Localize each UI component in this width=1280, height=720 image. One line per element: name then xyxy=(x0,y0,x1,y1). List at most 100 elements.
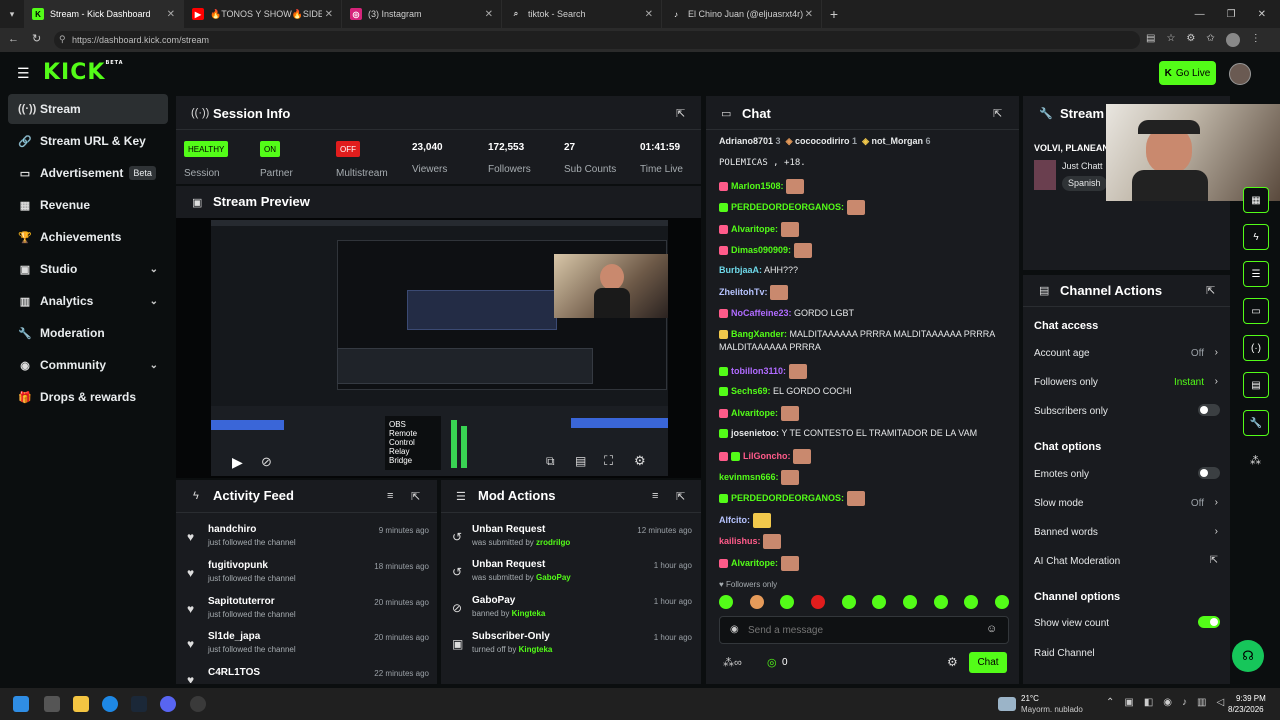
windows-start-icon[interactable] xyxy=(13,696,29,712)
quick-action-button[interactable]: 🔧 xyxy=(1243,410,1269,436)
sidebar-item-revenue[interactable]: ▦ Revenue xyxy=(8,190,168,220)
popout-icon[interactable]: ⇱ xyxy=(676,107,685,120)
tab-instagram[interactable]: ◎ (3) Instagram ✕ xyxy=(342,0,502,28)
quick-action-button[interactable]: (·) xyxy=(1243,335,1269,361)
mod-action-item[interactable]: ▣ Subscriber-Only turned off by Kingteka 1 … xyxy=(450,631,696,665)
sidebar-item-drops-rewards[interactable]: 🎁 Drops & rewards xyxy=(8,382,168,412)
points-icon[interactable]: ⁂∞ xyxy=(723,656,742,669)
reload-icon[interactable]: ↻ xyxy=(32,32,41,45)
network-icon[interactable]: ▥ xyxy=(1197,697,1206,708)
slow-mode-row[interactable]: Slow mode Off › xyxy=(1034,497,1222,518)
filter-icon[interactable]: ≡ xyxy=(387,490,393,502)
sidebar-item-moderation[interactable]: 🔧 Moderation xyxy=(8,318,168,348)
customize-icon[interactable]: ⁂ xyxy=(1250,454,1261,467)
chat-send-button[interactable]: Chat xyxy=(969,652,1007,673)
task-view-icon[interactable] xyxy=(44,696,60,712)
kick-logo[interactable]: KICKBETA xyxy=(43,60,124,85)
sidebar-item-stream[interactable]: ((·)) Stream xyxy=(8,94,168,124)
new-tab-icon[interactable]: + xyxy=(822,6,846,22)
quick-action-button[interactable]: ▦ xyxy=(1243,187,1269,213)
clock-time[interactable]: 9:39 PM xyxy=(1236,694,1266,703)
restore-icon[interactable]: ❐ xyxy=(1227,9,1236,20)
volume-icon[interactable]: ◁ xyxy=(1216,697,1224,708)
quick-action-button[interactable]: ▭ xyxy=(1243,298,1269,324)
video-player[interactable]: OBS Remote Control Relay Bridge ▶ ⊘ ⧉ ▤ … xyxy=(176,218,701,478)
close-tab-icon[interactable]: ✕ xyxy=(325,9,333,20)
favorite-star-icon[interactable]: ☆ xyxy=(1166,33,1175,47)
emote-icon[interactable] xyxy=(902,595,917,609)
chat-input[interactable]: ◉ ☺ xyxy=(719,616,1009,644)
clock-date[interactable]: 8/23/2026 xyxy=(1228,705,1264,714)
emote-icon[interactable] xyxy=(719,595,733,609)
emote-icon[interactable] xyxy=(964,595,979,609)
tray-app-icon[interactable]: ▣ xyxy=(1124,697,1133,708)
followers-only-row[interactable]: Followers only Instant › xyxy=(1034,376,1222,397)
popout-icon[interactable]: ⇱ xyxy=(993,107,1002,120)
profile-icon[interactable] xyxy=(1225,33,1240,47)
steam-icon[interactable] xyxy=(131,696,147,712)
emote-icon[interactable] xyxy=(810,595,825,609)
play-icon[interactable]: ▶ xyxy=(232,454,243,471)
tab-kick-dashboard[interactable]: K Stream - Kick Dashboard ✕ xyxy=(24,0,184,28)
mod-action-item[interactable]: ⊘ GaboPay banned by Kingteka 1 hour ago xyxy=(450,595,696,629)
tray-app-icon[interactable]: ◧ xyxy=(1144,697,1153,708)
url-input[interactable]: ⚲ https://dashboard.kick.com/stream xyxy=(54,31,1140,49)
tab-list-icon[interactable]: ▾ xyxy=(0,0,24,28)
banned-words-row[interactable]: Banned words › xyxy=(1034,526,1222,547)
ai-chat-moderation-row[interactable]: AI Chat Moderation ⇱ xyxy=(1034,555,1222,576)
account-age-row[interactable]: Account age Off › xyxy=(1034,347,1222,368)
discord-icon[interactable] xyxy=(160,696,176,712)
sidebar-item-community[interactable]: ◉ Community ⌄ xyxy=(8,350,168,380)
sidebar-item-stream-url-key[interactable]: 🔗 Stream URL & Key xyxy=(8,126,168,156)
popout-icon[interactable]: ⇱ xyxy=(676,490,685,503)
emote-icon[interactable] xyxy=(933,595,948,609)
obs-icon[interactable] xyxy=(190,696,206,712)
popout-icon[interactable]: ⇱ xyxy=(411,490,420,503)
tab-youtube[interactable]: ▶ 🔥TONOS Y SHOW🔥SIDERAL SE ✕ xyxy=(184,0,342,28)
window-close-icon[interactable]: ✕ xyxy=(1258,9,1266,20)
emote-icon[interactable] xyxy=(994,595,1009,609)
emote-icon[interactable] xyxy=(872,595,887,609)
tray-app-icon[interactable]: ◉ xyxy=(1163,697,1172,708)
subscribers-only-toggle[interactable] xyxy=(1198,404,1220,416)
emoji-picker-icon[interactable]: ☺ xyxy=(986,623,997,635)
quick-action-button[interactable]: ϟ xyxy=(1243,224,1269,250)
weather-desc[interactable]: Mayorm. nublado xyxy=(1021,705,1083,714)
minimize-icon[interactable]: — xyxy=(1195,9,1205,20)
emotes-only-toggle[interactable] xyxy=(1198,467,1220,479)
sidebar-item-achievements[interactable]: 🏆 Achievements xyxy=(8,222,168,252)
theater-icon[interactable]: ▤ xyxy=(575,454,586,468)
tray-chevron-up-icon[interactable]: ⌃ xyxy=(1106,697,1114,708)
edge-browser-icon[interactable] xyxy=(102,696,118,712)
tab-tiktok-profile[interactable]: ♪ El Chino Juan (@eljuasrxt4r) | Tik ✕ xyxy=(662,0,822,28)
go-live-button[interactable]: K Go Live xyxy=(1159,61,1216,85)
popout-icon[interactable]: ⇱ xyxy=(1206,284,1215,297)
sidebar-item-studio[interactable]: ▣ Studio ⌄ xyxy=(8,254,168,284)
close-tab-icon[interactable]: ✕ xyxy=(167,9,175,20)
mod-action-item[interactable]: ↺ Unban Request was submitted by GaboPay 1 … xyxy=(450,559,696,593)
send-message-input[interactable] xyxy=(748,623,978,637)
pip-icon[interactable]: ⧉ xyxy=(546,454,555,469)
favorites-icon[interactable]: ✩ xyxy=(1206,33,1214,47)
support-chat-button[interactable]: ☊ xyxy=(1232,640,1264,672)
close-tab-icon[interactable]: ✕ xyxy=(485,9,493,20)
microphone-icon[interactable]: ♪ xyxy=(1182,697,1187,708)
user-avatar[interactable] xyxy=(1229,63,1251,85)
hamburger-menu-icon[interactable]: ☰ xyxy=(17,65,30,82)
mute-icon[interactable]: ⊘ xyxy=(261,454,272,470)
settings-gear-icon[interactable]: ⚙ xyxy=(634,453,646,469)
sidebar-item-advertisement[interactable]: ▭ Advertisement Beta xyxy=(8,158,168,188)
sidebar-item-analytics[interactable]: ▥ Analytics ⌄ xyxy=(8,286,168,316)
mod-action-item[interactable]: ↺ Unban Request was submitted by zrodrilgo… xyxy=(450,524,696,558)
reader-icon[interactable]: ▤ xyxy=(1146,33,1155,47)
more-icon[interactable]: ⋮ xyxy=(1251,33,1261,47)
quick-action-button[interactable]: ▤ xyxy=(1243,372,1269,398)
raid-channel-row[interactable]: Raid Channel xyxy=(1034,648,1222,668)
close-tab-icon[interactable]: ✕ xyxy=(805,9,813,20)
filter-icon[interactable]: ≡ xyxy=(652,490,658,502)
tab-tiktok-search[interactable]: ⌕ tiktok - Search ✕ xyxy=(502,0,662,28)
chat-settings-gear-icon[interactable]: ⚙ xyxy=(947,655,958,669)
fullscreen-icon[interactable]: ⛶ xyxy=(604,453,613,469)
emote-icon[interactable] xyxy=(749,595,764,609)
file-explorer-icon[interactable] xyxy=(73,696,89,712)
